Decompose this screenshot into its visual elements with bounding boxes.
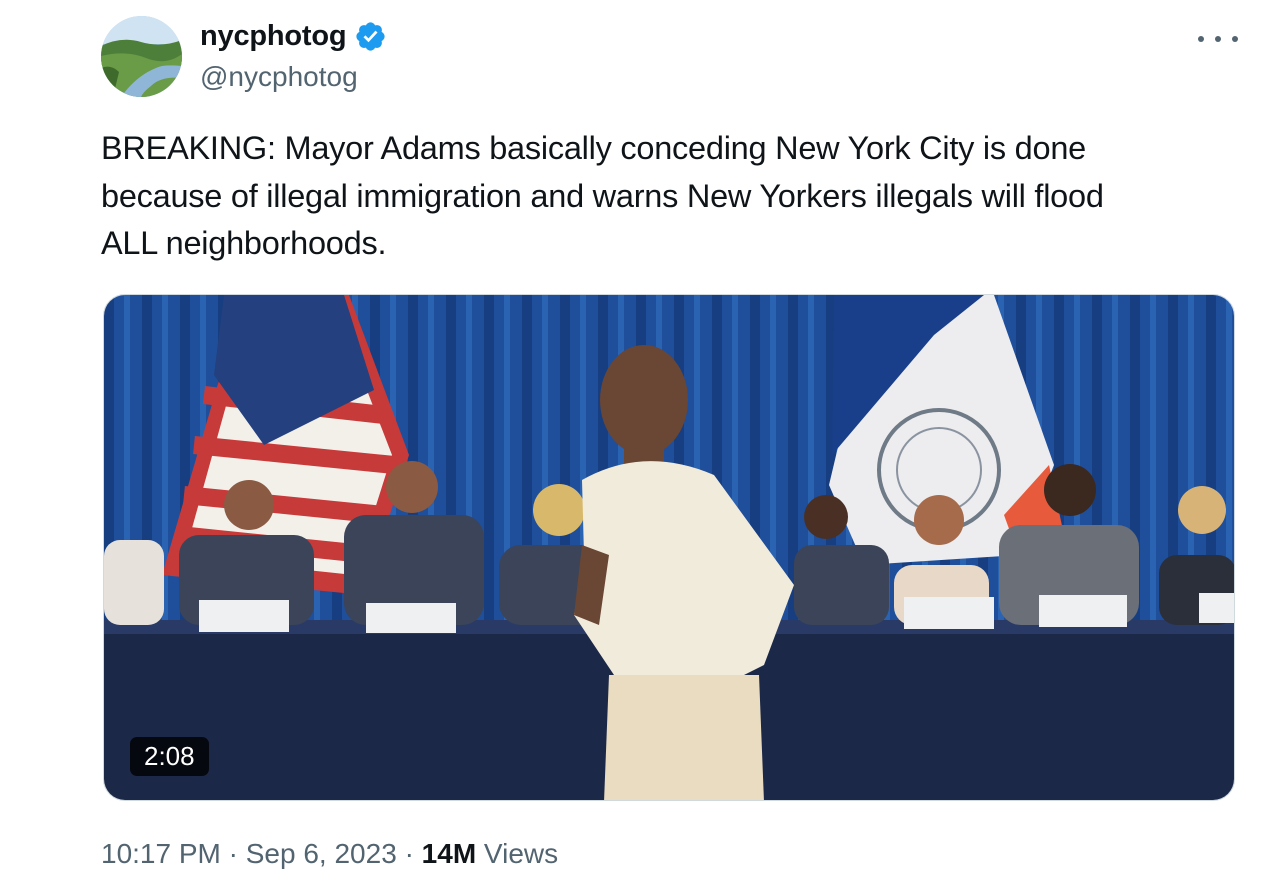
- tweet-card: nycphotog @nycphotog BREAKING: Mayor Ada…: [0, 0, 1271, 884]
- verified-badge-icon[interactable]: [354, 20, 387, 53]
- author-name-row[interactable]: nycphotog: [200, 20, 387, 53]
- tweet-meta: 10:17 PM · Sep 6, 2023 · 14M Views: [101, 838, 558, 870]
- views-label[interactable]: Views: [484, 838, 558, 869]
- more-dot: [1215, 36, 1221, 42]
- video-duration-badge: 2:08: [130, 737, 209, 776]
- video-player[interactable]: 2:08: [103, 294, 1235, 801]
- more-options-icon[interactable]: [1198, 24, 1238, 54]
- tweet-date[interactable]: Sep 6, 2023: [246, 838, 397, 869]
- meta-separator: ·: [404, 838, 414, 869]
- tweet-time[interactable]: 10:17 PM: [101, 838, 221, 869]
- views-count[interactable]: 14M: [422, 838, 476, 869]
- display-name[interactable]: nycphotog: [200, 20, 347, 53]
- video-thumbnail: [104, 295, 1234, 800]
- more-dot: [1232, 36, 1238, 42]
- avatar[interactable]: [101, 16, 182, 97]
- meta-separator: ·: [228, 838, 238, 869]
- more-dot: [1198, 36, 1204, 42]
- user-handle[interactable]: @nycphotog: [200, 61, 358, 93]
- tweet-text: BREAKING: Mayor Adams basically concedin…: [101, 130, 1104, 261]
